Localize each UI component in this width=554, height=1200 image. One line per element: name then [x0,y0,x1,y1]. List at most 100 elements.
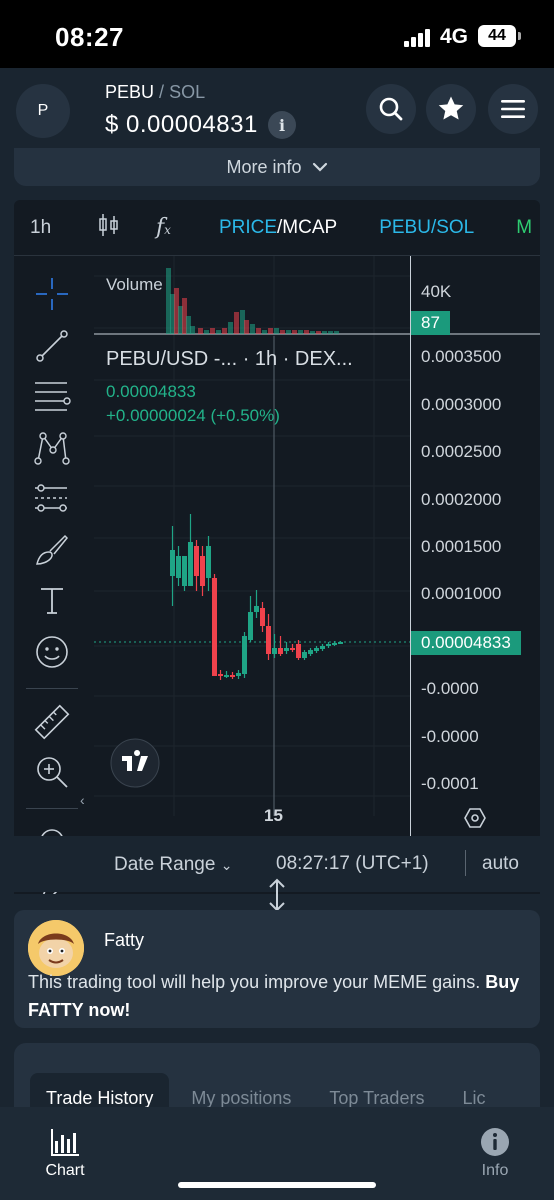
candle [326,644,331,646]
price-chart-panel: 1h fx PRICE/MCAP PEBU/SOL M ‹ Volume PEB… [14,200,540,894]
y-tick-label: -0.0000 [421,727,479,746]
volume-label: Volume [106,275,163,294]
search-icon [379,97,403,121]
candle [194,546,199,576]
y-tick-label: 0.0001000 [421,584,502,603]
crosshair-icon[interactable] [32,274,72,314]
candle [242,636,247,674]
collapse-toolbar-icon[interactable]: ‹ [80,792,85,808]
candle [170,550,175,576]
candle [236,673,241,676]
price-info-icon[interactable]: i [268,111,296,139]
nav-chart[interactable]: Chart [25,1127,105,1180]
fib-lines-icon[interactable] [32,376,72,416]
candle [224,675,229,677]
promo-card[interactable]: Fatty This trading tool will help you im… [14,910,540,1028]
menu-button[interactable] [488,84,538,134]
promo-text-plain: This trading tool will help you improve … [28,972,486,992]
legend-title: PEBU/USD -... · 1h · DEX... [106,348,353,370]
auto-scale-toggle[interactable]: auto [482,853,519,875]
candle [332,643,337,645]
brush-icon[interactable] [32,530,72,570]
interval-selector[interactable]: 1h [30,217,70,239]
candle [290,648,295,650]
candle [284,648,289,651]
signal-icon [404,29,434,47]
footer-divider [465,850,466,876]
volume-bar [210,328,215,334]
y-tick-label: 0.0002000 [421,490,502,509]
chevron-down-icon: ⌄ [220,857,233,873]
promo-text: This trading tool will help you improve … [28,968,528,1024]
volume-bar [250,324,255,334]
price-axis[interactable]: 40K 87 0.0003500 0.0003000 0.0002500 0.0… [410,256,540,836]
y-tick-label: -0.0001 [421,774,479,793]
network-type: 4G [440,25,469,48]
resize-handle-icon[interactable] [264,878,290,912]
pair-toggle[interactable]: PEBU/SOL [379,217,474,239]
forecast-icon[interactable] [32,478,72,518]
candle [320,646,325,649]
zoom-in-icon[interactable] [32,752,72,792]
volume-bar [244,320,249,334]
candlestick-type-icon[interactable] [98,212,120,244]
status-time: 08:27 [55,22,124,52]
more-info-button[interactable]: More info [14,148,540,186]
volume-bar [310,331,315,334]
volume-bar [204,330,209,334]
chevron-down-icon [312,162,327,172]
volume-bar [292,330,297,334]
y-tick-label: 0.0002500 [421,442,502,461]
volume-bar [228,322,233,334]
mcap-toggle[interactable]: /MCAP [277,217,337,239]
search-button[interactable] [366,84,416,134]
tradingview-logo[interactable] [110,738,160,793]
chart-toolbar: 1h fx PRICE/MCAP PEBU/SOL M [14,200,540,256]
trend-line-icon[interactable] [32,326,72,366]
more-info-label: More info [226,156,302,177]
chart-icon [51,1129,79,1156]
current-price-badge: 0.00004833 [411,631,521,655]
chart-settings-icon[interactable] [463,806,487,835]
token-header: P PEBU / SOL $ 0.00004831 i [0,68,554,152]
quote-symbol: SOL [169,82,206,102]
nav-info[interactable]: Info [455,1127,535,1180]
legend-change: +0.00000024 (+0.50%) [106,406,280,425]
hamburger-icon [501,100,525,118]
x-tick-label: 15 [264,806,283,825]
volume-bar [298,330,303,334]
volume-bar [280,330,285,334]
candle [278,648,283,654]
drawing-toolbar: ‹ [14,256,86,894]
volume-bar [262,330,267,334]
indicators-icon[interactable]: fx [156,215,171,240]
nav-chart-label: Chart [45,1162,85,1179]
pair-separator: / [159,82,165,102]
toolbar-overflow-item[interactable]: M [516,217,532,239]
date-range-button[interactable]: Date Range ⌄ [114,854,232,876]
pattern-icon[interactable] [32,428,72,468]
emoji-icon[interactable] [32,632,72,672]
volume-bar [328,331,333,334]
candle [266,626,271,654]
volume-axis-label: 40K [421,282,452,301]
candle [176,556,181,578]
volume-bar [198,328,203,334]
volume-bar [190,326,195,334]
token-price: $ 0.00004831 [105,111,258,138]
toolbar-divider [26,808,78,809]
candle [302,652,307,658]
favorite-button[interactable] [426,84,476,134]
promo-name: Fatty [104,930,145,950]
volume-bar [316,331,321,334]
toolbar-divider [26,688,78,689]
candle [308,650,313,654]
text-tool-icon[interactable] [32,580,72,620]
candle [248,612,253,640]
status-bar: 08:27 4G 44 [0,0,554,68]
candle [260,608,265,626]
price-toggle[interactable]: PRICE [219,217,277,239]
ruler-icon[interactable] [32,702,72,742]
token-avatar[interactable]: P [16,84,70,138]
date-range-label: Date Range [114,854,216,875]
